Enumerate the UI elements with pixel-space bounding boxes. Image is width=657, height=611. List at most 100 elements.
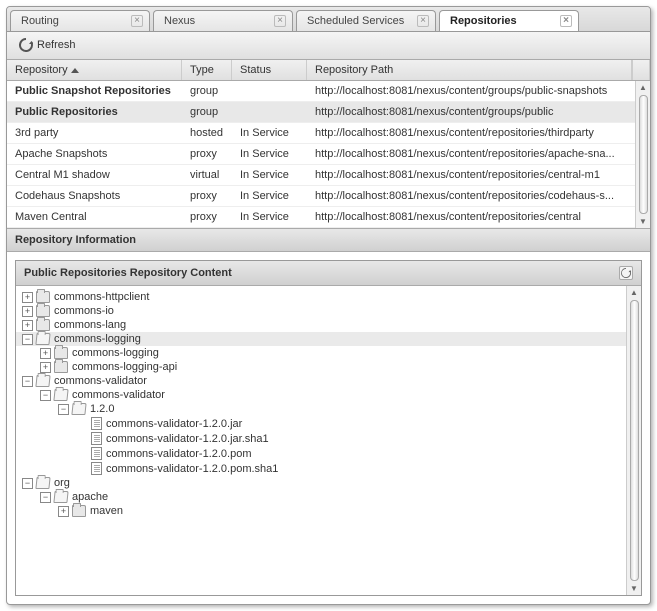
tree-node[interactable]: +commons-httpclient [16, 290, 641, 304]
folder-icon [54, 361, 68, 373]
scroll-up-icon[interactable]: ▲ [630, 288, 638, 297]
toolbar: Refresh [7, 32, 650, 60]
tree-node[interactable]: + commons-logging [16, 346, 641, 360]
file-icon [91, 447, 102, 460]
collapse-icon[interactable]: − [40, 390, 51, 401]
cell-status: In Service [232, 165, 307, 185]
table-row[interactable]: Codehaus SnapshotsproxyIn Servicehttp://… [7, 186, 650, 207]
tree-node[interactable]: +commons-logging-api [16, 360, 641, 374]
scroll-thumb[interactable] [630, 300, 639, 581]
tree-node[interactable]: commons-validator-1.2.0.pom.sha1 [16, 461, 641, 476]
scroll-down-icon[interactable]: ▼ [639, 217, 647, 226]
table-row[interactable]: Maven CentralproxyIn Servicehttp://local… [7, 207, 650, 228]
cell-type: group [182, 102, 232, 122]
table-row[interactable]: Public Snapshot Repositoriesgrouphttp://… [7, 81, 650, 102]
tree-node-label: commons-logging [54, 333, 141, 345]
cell-repo: Central M1 shadow [7, 165, 182, 185]
close-icon[interactable]: × [274, 15, 286, 27]
collapse-icon[interactable]: − [22, 478, 33, 489]
folder-open-icon [53, 491, 68, 503]
tree-node-label: commons-io [54, 305, 114, 317]
grid-scrollbar[interactable]: ▲ ▼ [635, 81, 650, 228]
collapse-icon[interactable]: − [58, 404, 69, 415]
expand-icon[interactable]: + [58, 506, 69, 517]
refresh-icon [19, 38, 33, 52]
cell-status [232, 81, 307, 101]
content-area: Public Repositories Repository Content +… [7, 252, 650, 604]
table-row[interactable]: Public Repositoriesgroup http://localhost… [7, 102, 650, 123]
tree-node[interactable]: − commons-logging [16, 332, 641, 346]
tree-node[interactable]: commons-validator-1.2.0.jar.sha1 [16, 431, 641, 446]
table-row[interactable]: Apache SnapshotsproxyIn Servicehttp://lo… [7, 144, 650, 165]
expand-icon[interactable]: + [22, 306, 33, 317]
content-panel: Public Repositories Repository Content +… [15, 260, 642, 596]
tree-scrollbar[interactable]: ▲ ▼ [626, 286, 641, 595]
cell-path: http://localhost:8081/nexus/content/repo… [307, 123, 650, 143]
tree-node[interactable]: +commons-lang [16, 318, 641, 332]
folder-icon [54, 347, 68, 359]
expand-icon[interactable]: + [40, 362, 51, 373]
file-icon [91, 462, 102, 475]
col-header-path[interactable]: Repository Path [307, 60, 632, 80]
cell-repo: Public Snapshot Repositories [7, 81, 182, 101]
tree-node-label: commons-validator-1.2.0.jar.sha1 [106, 433, 269, 445]
tab-routing[interactable]: Routing × [10, 10, 150, 31]
grid-body: Public Snapshot Repositoriesgroup http://… [7, 81, 650, 228]
tab-strip: Routing×Nexus×Scheduled Services×Reposit… [7, 7, 650, 32]
tree: +commons-httpclient+commons-io+commons-l… [16, 286, 641, 595]
content-refresh-button[interactable] [619, 266, 633, 280]
tab-label: Routing [21, 15, 59, 27]
expand-icon[interactable]: + [40, 348, 51, 359]
close-icon[interactable]: × [417, 15, 429, 27]
folder-open-icon [71, 403, 86, 415]
collapse-icon[interactable]: − [22, 376, 33, 387]
expand-icon[interactable]: + [22, 320, 33, 331]
sort-asc-icon [71, 68, 79, 73]
folder-open-icon [35, 477, 50, 489]
cell-repo: Public Repositories [7, 102, 182, 122]
folder-icon [36, 291, 50, 303]
scroll-thumb[interactable] [639, 95, 648, 214]
table-row[interactable]: Central M1 shadowvirtualIn Servicehttp:/… [7, 165, 650, 186]
main-panel: Routing×Nexus×Scheduled Services×Reposit… [6, 6, 651, 605]
tree-node[interactable]: − commons-validator [16, 374, 641, 388]
scroll-up-icon[interactable]: ▲ [639, 83, 647, 92]
tree-node[interactable]: + maven [16, 504, 641, 518]
content-title: Public Repositories Repository Content [24, 267, 232, 279]
tree-node-label: commons-logging [72, 347, 159, 359]
tree-node-label: maven [90, 505, 123, 517]
cell-status: In Service [232, 123, 307, 143]
tree-node[interactable]: −1.2.0 [16, 402, 641, 416]
tree-node[interactable]: −org [16, 476, 641, 490]
collapse-icon[interactable]: − [40, 492, 51, 503]
cell-path: http://localhost:8081/nexus/content/repo… [307, 144, 650, 164]
tree-node[interactable]: + commons-io [16, 304, 641, 318]
cell-path: http://localhost:8081/nexus/content/grou… [307, 102, 650, 122]
col-header-type[interactable]: Type [182, 60, 232, 80]
tree-node[interactable]: commons-validator-1.2.0.jar [16, 416, 641, 431]
refresh-label: Refresh [37, 39, 76, 51]
refresh-button[interactable]: Refresh [13, 36, 82, 54]
folder-open-icon [53, 389, 68, 401]
col-header-status[interactable]: Status [232, 60, 307, 80]
tree-node-label: commons-validator [54, 375, 147, 387]
cell-path: http://localhost:8081/nexus/content/repo… [307, 186, 650, 206]
tree-node[interactable]: −commons-validator [16, 388, 641, 402]
table-row[interactable]: 3rd partyhostedIn Servicehttp://localhos… [7, 123, 650, 144]
expand-icon[interactable]: + [22, 292, 33, 303]
tab-repositories[interactable]: Repositories× [439, 10, 579, 31]
close-icon[interactable]: × [131, 15, 143, 27]
collapse-icon[interactable]: − [22, 334, 33, 345]
folder-icon [72, 505, 86, 517]
col-header-repository[interactable]: Repository [7, 60, 182, 80]
tab-nexus[interactable]: Nexus× [153, 10, 293, 31]
scroll-down-icon[interactable]: ▼ [630, 584, 638, 593]
tab-scheduled-services[interactable]: Scheduled Services× [296, 10, 436, 31]
tree-node[interactable]: − apache [16, 490, 641, 504]
close-icon[interactable]: × [560, 15, 572, 27]
cell-type: proxy [182, 186, 232, 206]
tree-node[interactable]: commons-validator-1.2.0.pom [16, 446, 641, 461]
cell-repo: Codehaus Snapshots [7, 186, 182, 206]
cell-type: proxy [182, 207, 232, 227]
tree-node-label: apache [72, 491, 108, 503]
